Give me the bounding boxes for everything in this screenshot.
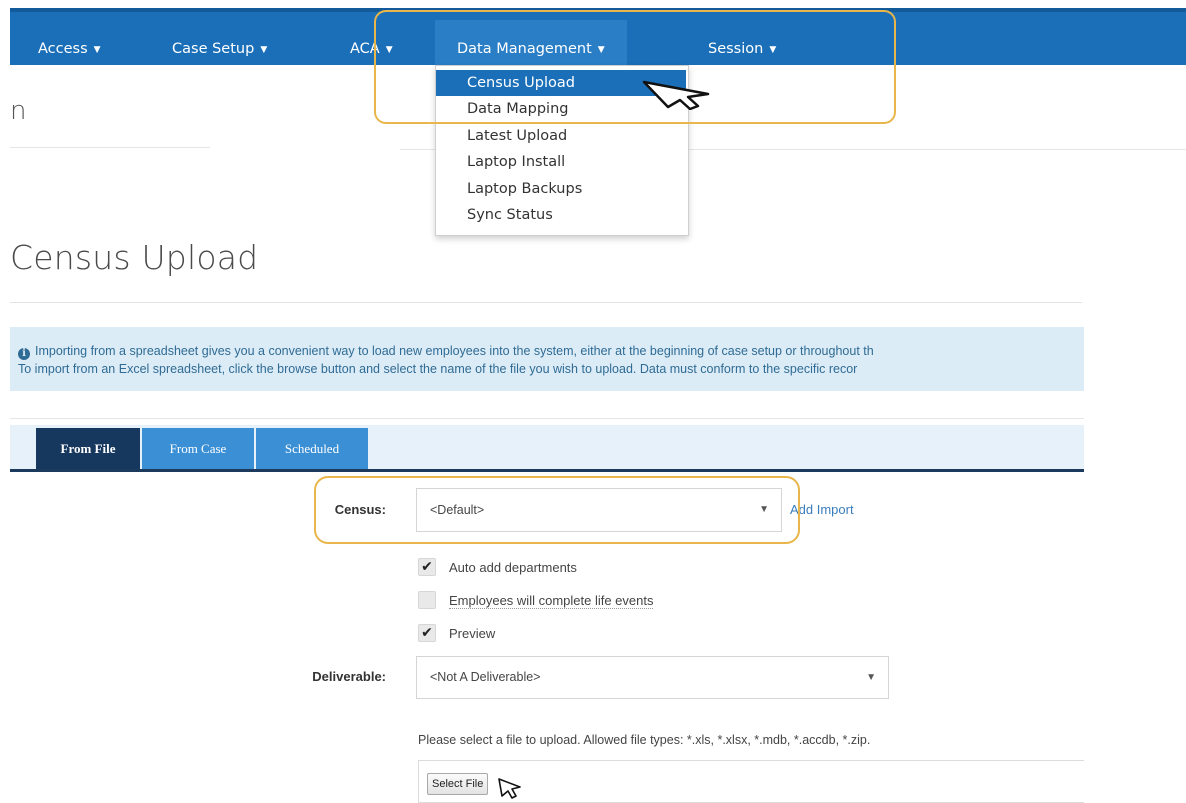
menu-item-laptop-backups[interactable]: Laptop Backups — [436, 176, 686, 202]
checkmark-icon: ✔ — [421, 625, 433, 641]
divider — [10, 418, 1084, 419]
nav-case-setup[interactable]: Case Setup ▼ — [172, 20, 267, 69]
caret-down-icon: ▼ — [93, 45, 101, 55]
info-circle-icon: i — [18, 348, 30, 360]
caret-down-icon: ▼ — [260, 45, 268, 55]
tab-scheduled[interactable]: Scheduled — [256, 428, 368, 469]
upload-hint-text: Please select a file to upload. Allowed … — [418, 733, 871, 747]
preview-checkbox[interactable]: ✔ — [418, 624, 436, 642]
deliverable-select[interactable]: <Not A Deliverable> ▼ — [416, 656, 889, 699]
deliverable-select-value: <Not A Deliverable> — [430, 670, 541, 684]
checkmark-icon: ✔ — [421, 559, 433, 575]
annotation-highlight-box — [314, 476, 800, 544]
tab-strip: From File From Case Scheduled — [10, 425, 1084, 472]
divider — [10, 302, 1082, 303]
nav-access-label: Access — [38, 41, 88, 57]
nav-access[interactable]: Access ▼ — [38, 20, 101, 69]
page-title: Census Upload — [10, 238, 259, 277]
nav-case-setup-label: Case Setup — [172, 41, 255, 57]
deliverable-label: Deliverable: — [312, 669, 386, 684]
auto-add-departments-label: Auto add departments — [449, 560, 577, 575]
divider — [10, 147, 210, 148]
info-text-line-1: Importing from a spreadsheet gives you a… — [35, 344, 874, 358]
menu-item-latest-upload[interactable]: Latest Upload — [436, 123, 686, 149]
menu-item-sync-status[interactable]: Sync Status — [436, 202, 686, 228]
info-alert: i Importing from a spreadsheet gives you … — [10, 327, 1084, 391]
employees-life-events-checkbox[interactable] — [418, 591, 436, 609]
employees-life-events-label: Employees will complete life events — [449, 593, 654, 609]
tab-from-case[interactable]: From Case — [142, 428, 254, 469]
select-file-button[interactable]: Select File — [427, 773, 489, 795]
annotation-highlight-box — [374, 10, 896, 124]
info-text-line-2: To import from an Excel spreadsheet, cli… — [18, 362, 858, 376]
auto-add-departments-checkbox[interactable]: ✔ — [418, 558, 436, 576]
preview-label: Preview — [449, 626, 496, 641]
caret-down-icon: ▼ — [866, 672, 876, 683]
background-page-heading: n — [10, 96, 27, 126]
mouse-pointer-icon — [498, 778, 521, 799]
menu-item-laptop-install[interactable]: Laptop Install — [436, 149, 686, 175]
tab-from-file[interactable]: From File — [36, 428, 140, 469]
